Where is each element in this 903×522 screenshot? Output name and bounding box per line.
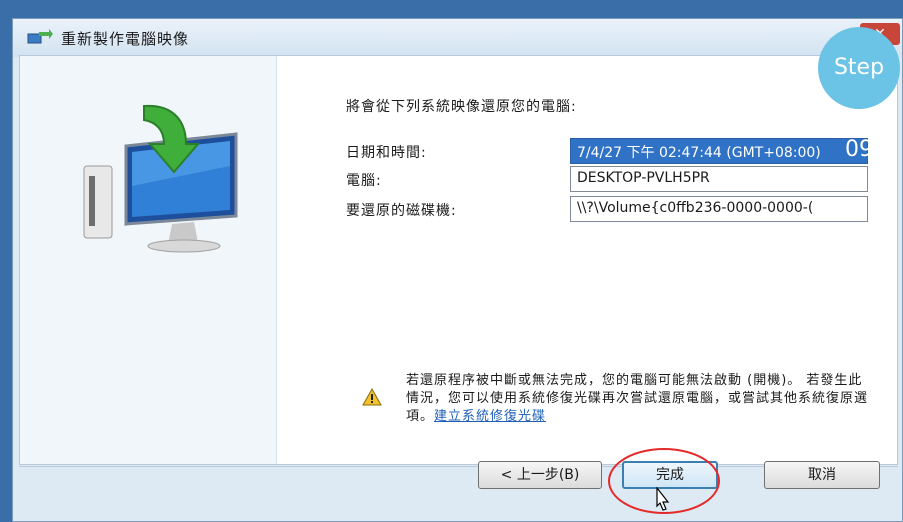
window-title: 重新製作電腦映像 [61, 30, 190, 48]
title-bar: 重新製作電腦映像 ✕ [13, 19, 902, 57]
system-restore-icon [27, 29, 53, 44]
computer-field[interactable]: DESKTOP-PVLH5PR [570, 166, 868, 192]
datetime-label: 日期和時間: [346, 145, 427, 161]
datetime-field[interactable]: 7/4/27 下午 02:47:44 (GMT+08:00) [570, 138, 868, 164]
warning-message: 若還原程序被中斷或無法完成，您的電腦可能無法啟動 (開機)。 若發生此情況，您可… [406, 372, 876, 426]
restore-intro-text: 將會從下列系統映像還原您的電腦: [346, 99, 577, 115]
warning-triangle-icon [362, 388, 382, 406]
drive-label: 要還原的磁碟機: [346, 203, 457, 219]
cancel-button[interactable]: 取消 [764, 461, 880, 489]
computer-label: 電腦: [346, 173, 382, 189]
back-button[interactable]: < 上一步(B) [478, 461, 602, 489]
step-badge: Step 09 [818, 27, 900, 162]
computer-restore-arrow-icon [83, 104, 238, 253]
restore-wizard-window: 重新製作電腦映像 ✕ 將會從下列系統映像還原您的電腦: 日期和時間: 7/4/2… [12, 18, 903, 522]
mouse-pointer-icon [656, 487, 670, 511]
create-repair-disc-link[interactable]: 建立系統修復光碟 [434, 409, 546, 424]
wizard-body: 將會從下列系統映像還原您的電腦: 日期和時間: 7/4/27 下午 02:47:… [19, 55, 898, 465]
wizard-side-panel [20, 56, 277, 464]
drive-field[interactable]: \\?\Volume{c0ffb236-0000-0000-( [570, 196, 868, 222]
